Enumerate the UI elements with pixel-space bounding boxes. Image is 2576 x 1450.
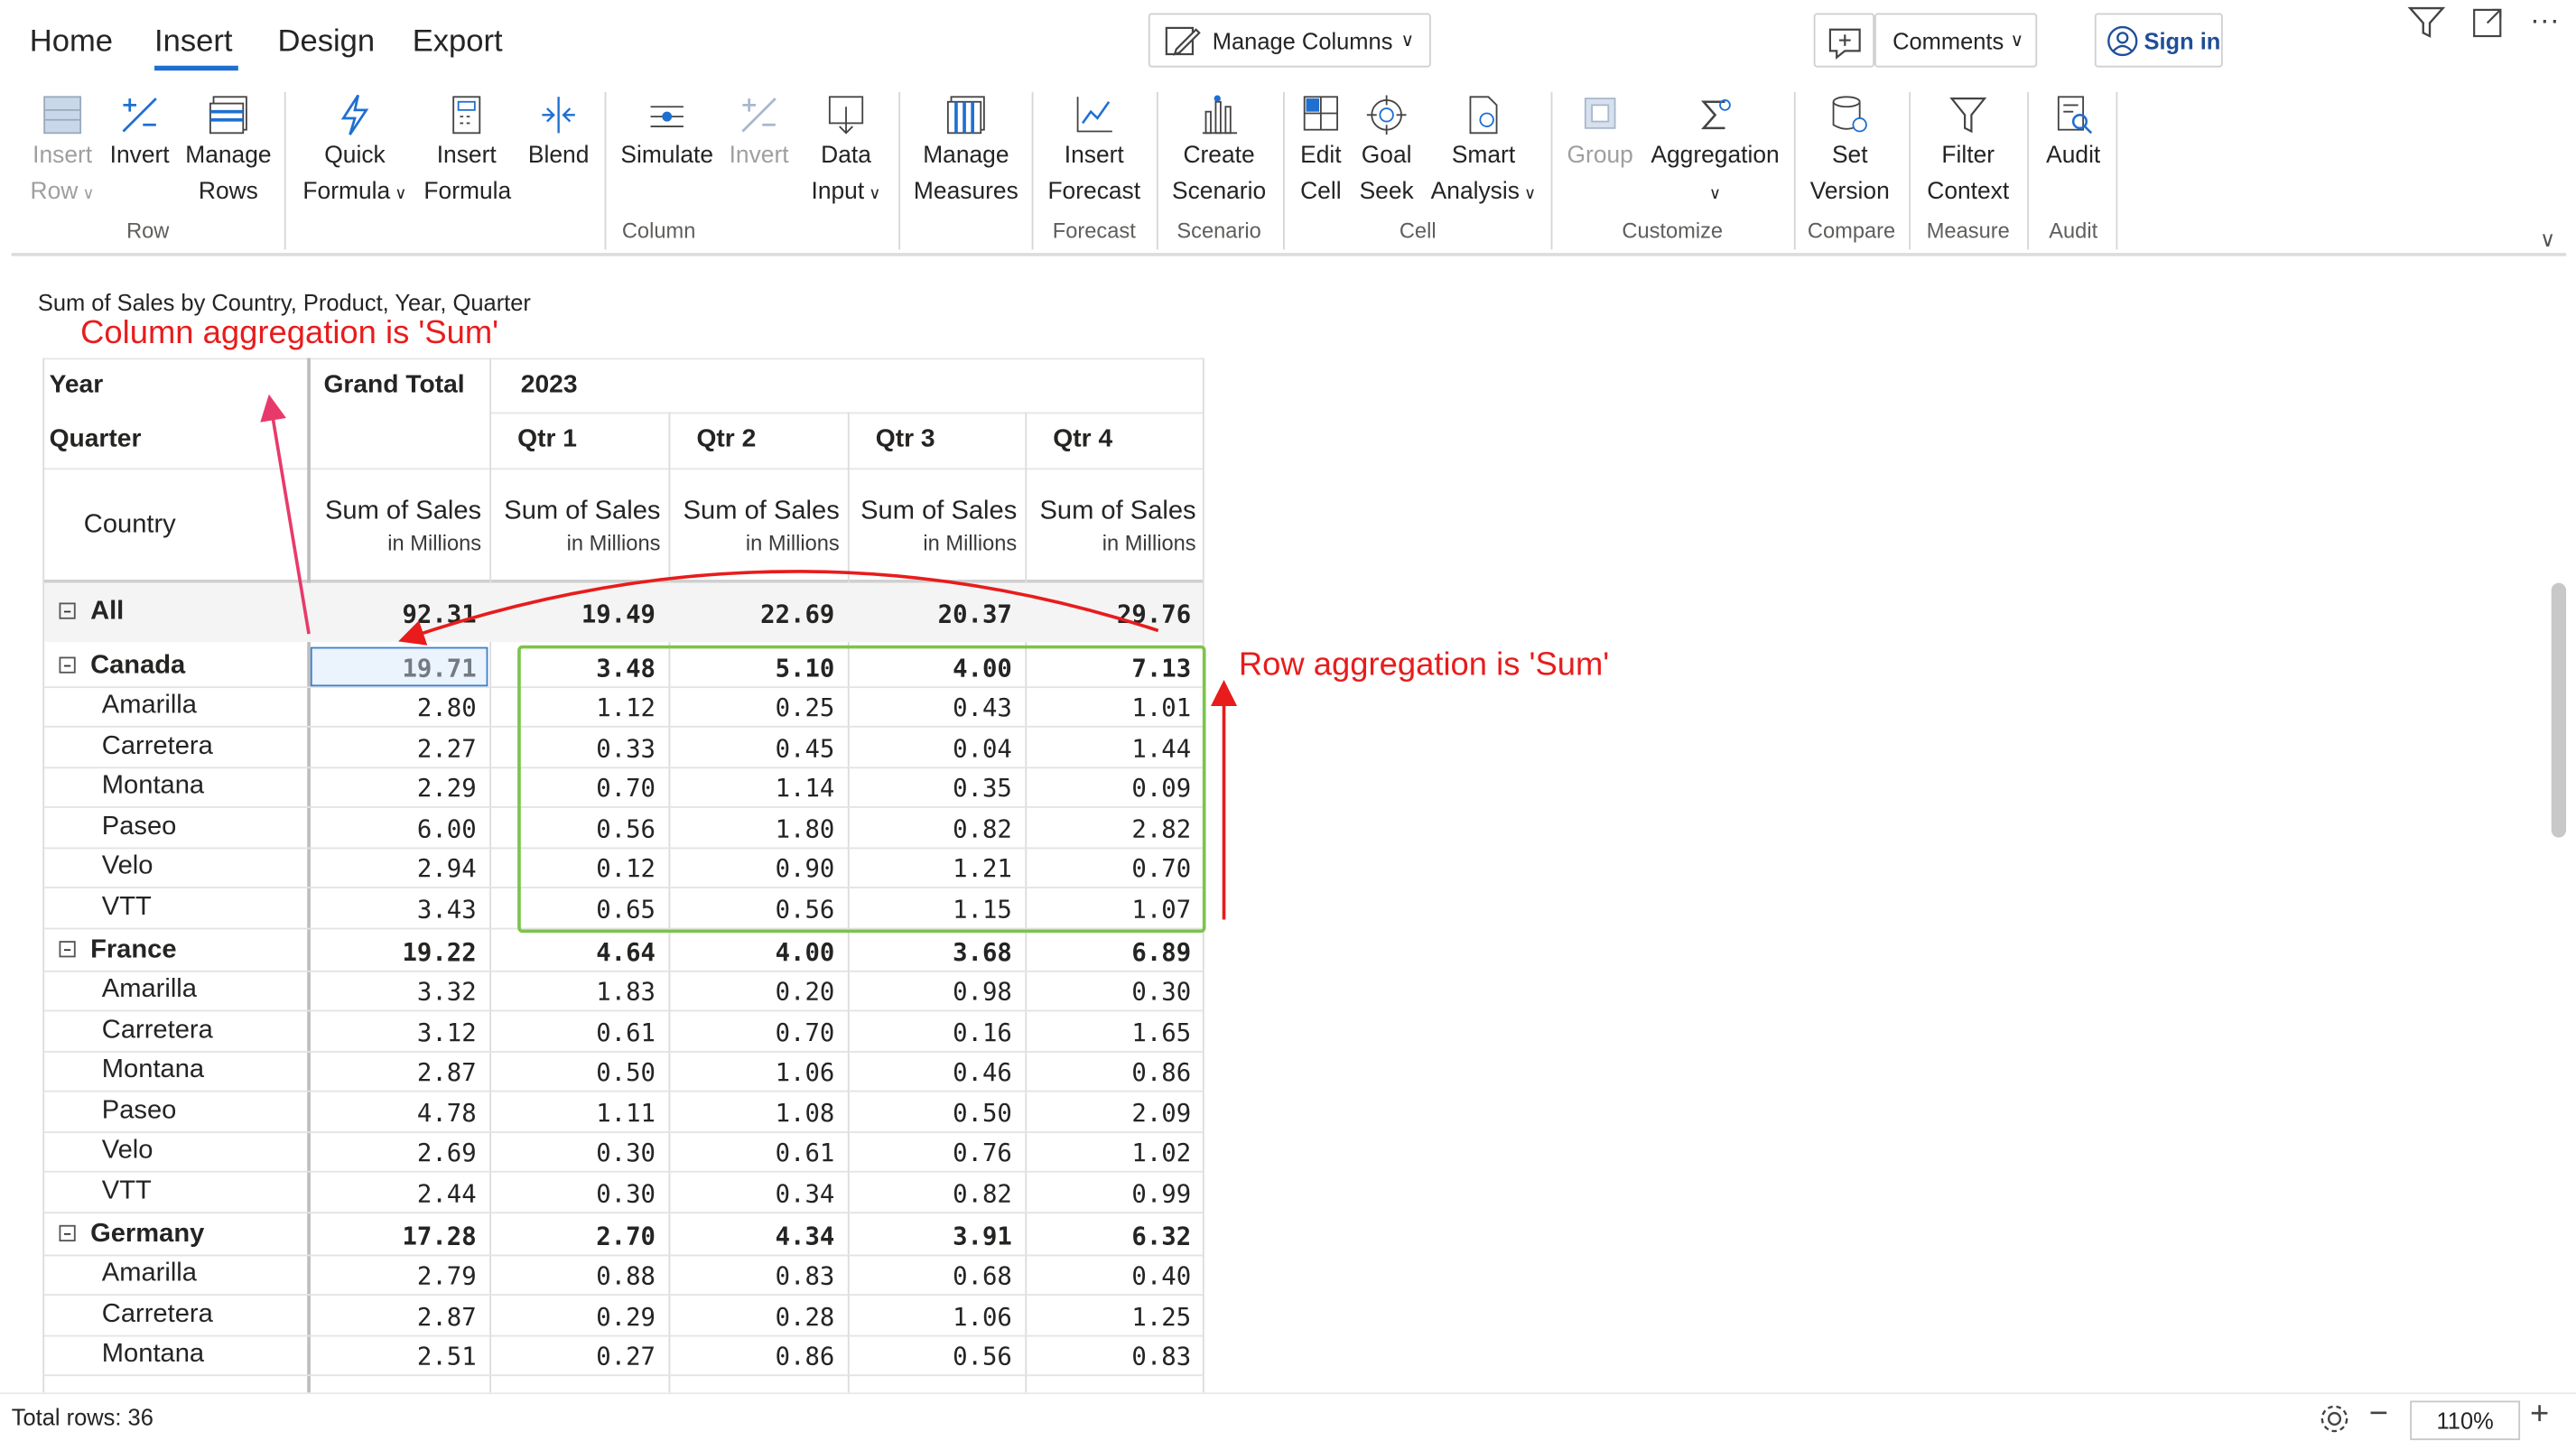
column-arrow [260,394,311,635]
status-bar-border [0,1392,2576,1395]
total-rows-label: Total rows: 36 [11,1404,153,1431]
curved-arrow [398,570,1159,646]
zoom-out-button[interactable]: − [2369,1396,2388,1434]
zoom-level-field[interactable]: 110% [2410,1400,2521,1441]
settings-gear-icon[interactable] [2316,1400,2352,1436]
annotation-arrows [260,394,1238,920]
vertical-scrollbar[interactable] [2551,582,2567,838]
zoom-in-button[interactable]: + [2530,1396,2549,1434]
